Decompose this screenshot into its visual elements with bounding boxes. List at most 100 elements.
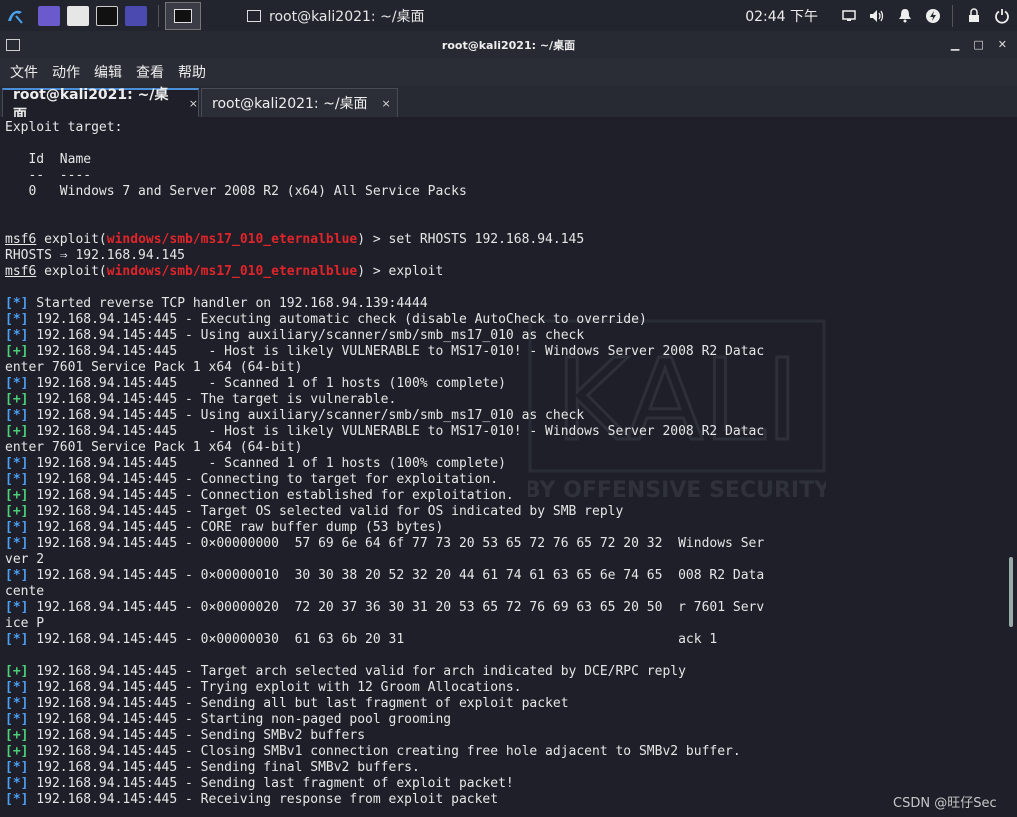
terminal-text: Started reverse TCP handler on 192.168.9… xyxy=(28,296,428,311)
terminal-line: [+] 192.168.94.145:445 - Connection esta… xyxy=(5,488,764,504)
file-manager-icon[interactable] xyxy=(67,5,89,26)
terminal-line: [*] 192.168.94.145:445 - Connecting to t… xyxy=(5,472,764,488)
lock-screen-icon[interactable] xyxy=(965,7,983,25)
terminal-text: [*] xyxy=(5,376,29,391)
menu-help[interactable]: 帮助 xyxy=(178,62,206,82)
terminal-text: [*] xyxy=(5,408,29,423)
terminal-line: 0 Windows 7 and Server 2008 R2 (x64) All… xyxy=(5,184,764,200)
terminal-text: [*] xyxy=(5,296,29,311)
terminal-line: [*] 192.168.94.145:445 - 0×00000030 61 6… xyxy=(5,632,764,648)
terminal-text: [*] xyxy=(5,568,29,583)
terminal-text: msf6 xyxy=(5,232,37,247)
terminal-line: msf6 exploit(windows/smb/ms17_010_eterna… xyxy=(5,232,764,248)
menu-edit[interactable]: 编辑 xyxy=(94,62,122,82)
terminal-launcher-icon[interactable] xyxy=(96,5,118,26)
power-manager-icon[interactable] xyxy=(924,7,942,25)
terminal-line: [+] 192.168.94.145:445 - Host is likely … xyxy=(5,424,764,440)
terminal-text: [+] xyxy=(5,488,29,503)
terminal-line: [*] 192.168.94.145:445 - Using auxiliary… xyxy=(5,408,764,424)
terminal-text: [*] xyxy=(5,520,29,535)
terminal-text: 192.168.94.145:445 - Sending SMBv2 buffe… xyxy=(28,728,366,743)
terminal-line: Id Name xyxy=(5,152,764,168)
tab-close-icon[interactable]: × xyxy=(382,97,391,110)
show-desktop-icon[interactable] xyxy=(38,5,60,26)
terminal-line: [+] 192.168.94.145:445 - Target OS selec… xyxy=(5,504,764,520)
kali-menu-icon[interactable] xyxy=(4,5,26,27)
terminal-text: 192.168.94.145:445 - Host is likely VULN… xyxy=(28,344,765,359)
tray-separator xyxy=(952,4,953,27)
screen-recorder-icon[interactable] xyxy=(125,5,147,26)
terminal-line: [*] 192.168.94.145:445 - 0×00000020 72 2… xyxy=(5,600,764,616)
volume-icon[interactable] xyxy=(868,7,886,25)
terminal-line: Exploit target: xyxy=(5,120,764,136)
notification-bell-icon[interactable] xyxy=(896,7,914,25)
terminal-text: 192.168.94.145:445 - Starting non-paged … xyxy=(28,712,452,727)
terminal-line: [*] 192.168.94.145:445 - Sending all but… xyxy=(5,696,764,712)
terminal-text: ice P xyxy=(5,616,45,631)
terminal-line: [+] 192.168.94.145:445 - Target arch sel… xyxy=(5,664,764,680)
terminal-line: cente xyxy=(5,584,764,600)
window-title: root@kali2021: ~/桌面 xyxy=(441,38,576,52)
terminal-text: 192.168.94.145:445 - 0×00000020 72 20 37… xyxy=(28,600,765,615)
top-panel: root@kali2021: ~/桌面 02:44 下午 xyxy=(0,0,1017,31)
terminal-line: [*] 192.168.94.145:445 - Sending last fr… xyxy=(5,776,764,792)
terminal-scrollbar[interactable] xyxy=(1009,557,1013,627)
taskbar-terminal-label: root@kali2021: ~/桌面 xyxy=(269,8,425,25)
tab-close-icon[interactable]: × xyxy=(189,97,198,110)
terminal-text: windows/smb/ms17_010_eternalblue xyxy=(106,232,358,247)
terminal-text: [+] xyxy=(5,664,29,679)
terminal-line: msf6 exploit(windows/smb/ms17_010_eterna… xyxy=(5,264,764,280)
display-icon[interactable] xyxy=(840,7,858,25)
terminal-output[interactable]: KALI BY OFFENSIVE SECURITY Exploit targe… xyxy=(0,117,1017,817)
window-titlebar[interactable]: root@kali2021: ~/桌面 ▁ □ ✕ xyxy=(0,31,1017,58)
terminal-text: 192.168.94.145:445 - 0×00000010 30 30 38… xyxy=(28,568,765,583)
panel-separator xyxy=(158,4,159,27)
logout-icon[interactable] xyxy=(993,7,1011,25)
taskbar-terminal-button[interactable]: root@kali2021: ~/桌面 xyxy=(247,0,447,31)
terminal-text: -- ---- xyxy=(5,168,92,183)
terminal-text: [*] xyxy=(5,792,29,807)
clock[interactable]: 02:44 下午 xyxy=(745,6,818,26)
terminal-text: 192.168.94.145:445 - Connection establis… xyxy=(28,488,514,503)
terminal-text: exploit( xyxy=(36,232,107,247)
terminal-text: enter 7601 Service Pack 1 x64 (64-bit) xyxy=(5,440,303,455)
terminal-text: 192.168.94.145:445 - Sending final SMBv2… xyxy=(28,760,420,775)
tab-terminal-1[interactable]: root@kali2021: ~/桌面 × xyxy=(2,87,199,123)
terminal-text: 192.168.94.145:445 - Scanned 1 of 1 host… xyxy=(28,376,506,391)
menu-file[interactable]: 文件 xyxy=(10,62,38,82)
terminal-text: 0 Windows 7 and Server 2008 R2 (x64) All… xyxy=(5,184,467,199)
tab-terminal-2[interactable]: root@kali2021: ~/桌面 × xyxy=(201,88,398,117)
terminal-line: [*] 192.168.94.145:445 - Scanned 1 of 1 … xyxy=(5,456,764,472)
terminal-text: [*] xyxy=(5,760,29,775)
terminal-text: 192.168.94.145:445 - Target arch selecte… xyxy=(28,664,686,679)
menu-view[interactable]: 查看 xyxy=(136,62,164,82)
terminal-text: RHOSTS ⇒ 192.168.94.145 xyxy=(5,248,186,263)
terminal-text: 192.168.94.145:445 - Connecting to targe… xyxy=(28,472,499,487)
terminal-text: 192.168.94.145:445 - The target is vulne… xyxy=(28,392,397,407)
terminal-line: [*] 192.168.94.145:445 - Starting non-pa… xyxy=(5,712,764,728)
menu-action[interactable]: 动作 xyxy=(52,62,80,82)
terminal-line: enter 7601 Service Pack 1 x64 (64-bit) xyxy=(5,360,764,376)
terminal-line: -- ---- xyxy=(5,168,764,184)
terminal-line: ice P xyxy=(5,616,764,632)
active-terminal-icon[interactable] xyxy=(165,1,201,30)
terminal-line: [*] 192.168.94.145:445 - Trying exploit … xyxy=(5,680,764,696)
terminal-text: 192.168.94.145:445 - 0×00000030 61 63 6b… xyxy=(28,632,718,647)
terminal-text: [*] xyxy=(5,456,29,471)
terminal-text: [*] xyxy=(5,696,29,711)
terminal-text: cente xyxy=(5,584,45,599)
terminal-line: [*] 192.168.94.145:445 - Sending final S… xyxy=(5,760,764,776)
terminal-line: [*] 192.168.94.145:445 - 0×00000010 30 3… xyxy=(5,568,764,584)
terminal-text: [*] xyxy=(5,712,29,727)
terminal-line: [+] 192.168.94.145:445 - Sending SMBv2 b… xyxy=(5,728,764,744)
terminal-line: [*] Started reverse TCP handler on 192.1… xyxy=(5,296,764,312)
terminal-text: 192.168.94.145:445 - Trying exploit with… xyxy=(28,680,522,695)
terminal-text: enter 7601 Service Pack 1 x64 (64-bit) xyxy=(5,360,303,375)
terminal-text: [+] xyxy=(5,728,29,743)
terminal-text: 192.168.94.145:445 - Host is likely VULN… xyxy=(28,424,765,439)
